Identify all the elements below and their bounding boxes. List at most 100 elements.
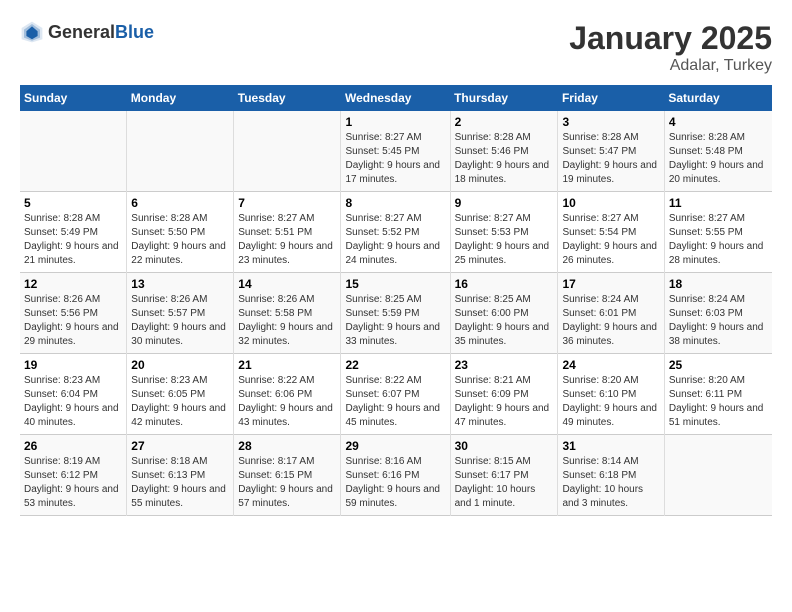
calendar-cell [664, 435, 772, 516]
day-number: 8 [345, 196, 445, 210]
day-number: 4 [669, 115, 768, 129]
day-header-monday: Monday [127, 85, 234, 111]
calendar-cell: 21 Sunrise: 8:22 AM Sunset: 6:06 PM Dayli… [234, 354, 341, 435]
logo-blue-text: Blue [115, 22, 154, 42]
day-number: 25 [669, 358, 768, 372]
calendar-week-row: 19Sunrise: 8:23 AM Sunset: 6:04 PM Dayli… [20, 354, 772, 435]
calendar-cell: 3 Sunrise: 8:28 AM Sunset: 5:47 PM Daylig… [558, 111, 664, 192]
day-header-thursday: Thursday [450, 85, 558, 111]
calendar-cell: 18Sunrise: 8:24 AM Sunset: 6:03 PM Dayli… [664, 273, 772, 354]
logo-general-text: General [48, 22, 115, 42]
calendar-cell: 16 Sunrise: 8:25 AM Sunset: 6:00 PM Dayli… [450, 273, 558, 354]
day-info: Sunrise: 8:27 AM Sunset: 5:45 PM Dayligh… [345, 131, 445, 187]
day-number: 15 [345, 277, 445, 291]
day-number: 17 [562, 277, 659, 291]
calendar-table: SundayMondayTuesdayWednesdayThursdayFrid… [20, 85, 772, 516]
day-header-saturday: Saturday [664, 85, 772, 111]
day-number: 18 [669, 277, 768, 291]
day-number: 6 [131, 196, 229, 210]
day-info: Sunrise: 8:17 AM Sunset: 6:15 PM Dayligh… [238, 455, 336, 511]
day-number: 14 [238, 277, 336, 291]
day-info: Sunrise: 8:26 AM Sunset: 5:58 PM Dayligh… [238, 293, 336, 349]
day-info: Sunrise: 8:28 AM Sunset: 5:47 PM Dayligh… [562, 131, 659, 187]
title-area: January 2025 Adalar, Turkey [569, 20, 772, 75]
calendar-cell: 5Sunrise: 8:28 AM Sunset: 5:49 PM Daylig… [20, 192, 127, 273]
calendar-cell: 19Sunrise: 8:23 AM Sunset: 6:04 PM Dayli… [20, 354, 127, 435]
page-header: GeneralBlue January 2025 Adalar, Turkey [20, 20, 772, 75]
calendar-cell: 27Sunrise: 8:18 AM Sunset: 6:13 PM Dayli… [127, 435, 234, 516]
day-number: 22 [345, 358, 445, 372]
day-info: Sunrise: 8:25 AM Sunset: 6:00 PM Dayligh… [455, 293, 554, 349]
day-info: Sunrise: 8:16 AM Sunset: 6:16 PM Dayligh… [345, 455, 445, 511]
calendar-cell [127, 111, 234, 192]
day-number: 27 [131, 439, 229, 453]
day-info: Sunrise: 8:24 AM Sunset: 6:01 PM Dayligh… [562, 293, 659, 349]
calendar-cell: 7Sunrise: 8:27 AM Sunset: 5:51 PM Daylig… [234, 192, 341, 273]
calendar-cell: 24Sunrise: 8:20 AM Sunset: 6:10 PM Dayli… [558, 354, 664, 435]
day-info: Sunrise: 8:20 AM Sunset: 6:11 PM Dayligh… [669, 374, 768, 430]
day-number: 10 [562, 196, 659, 210]
calendar-cell: 10 Sunrise: 8:27 AM Sunset: 5:54 PM Dayli… [558, 192, 664, 273]
day-number: 1 [345, 115, 445, 129]
day-info: Sunrise: 8:28 AM Sunset: 5:46 PM Dayligh… [455, 131, 554, 187]
calendar-cell [234, 111, 341, 192]
calendar-cell: 6 Sunrise: 8:28 AM Sunset: 5:50 PM Daylig… [127, 192, 234, 273]
calendar-cell: 29 Sunrise: 8:16 AM Sunset: 6:16 PM Dayli… [341, 435, 450, 516]
day-number: 12 [24, 277, 122, 291]
day-number: 11 [669, 196, 768, 210]
day-number: 29 [345, 439, 445, 453]
day-info: Sunrise: 8:21 AM Sunset: 6:09 PM Dayligh… [455, 374, 554, 430]
day-number: 30 [455, 439, 554, 453]
day-number: 2 [455, 115, 554, 129]
calendar-cell: 26 Sunrise: 8:19 AM Sunset: 6:12 PM Dayli… [20, 435, 127, 516]
day-info: Sunrise: 8:27 AM Sunset: 5:51 PM Dayligh… [238, 212, 336, 268]
day-info: Sunrise: 8:28 AM Sunset: 5:50 PM Dayligh… [131, 212, 229, 268]
calendar-cell: 28 Sunrise: 8:17 AM Sunset: 6:15 PM Dayli… [234, 435, 341, 516]
day-number: 26 [24, 439, 122, 453]
day-info: Sunrise: 8:22 AM Sunset: 6:07 PM Dayligh… [345, 374, 445, 430]
calendar-cell: 14 Sunrise: 8:26 AM Sunset: 5:58 PM Dayli… [234, 273, 341, 354]
calendar-cell: 20Sunrise: 8:23 AM Sunset: 6:05 PM Dayli… [127, 354, 234, 435]
calendar-cell: 31Sunrise: 8:14 AM Sunset: 6:18 PM Dayli… [558, 435, 664, 516]
day-header-friday: Friday [558, 85, 664, 111]
calendar-cell: 15 Sunrise: 8:25 AM Sunset: 5:59 PM Dayli… [341, 273, 450, 354]
calendar-cell [20, 111, 127, 192]
calendar-cell: 1 Sunrise: 8:27 AM Sunset: 5:45 PM Daylig… [341, 111, 450, 192]
day-info: Sunrise: 8:19 AM Sunset: 6:12 PM Dayligh… [24, 455, 122, 511]
day-info: Sunrise: 8:26 AM Sunset: 5:57 PM Dayligh… [131, 293, 229, 349]
calendar-week-row: 5Sunrise: 8:28 AM Sunset: 5:49 PM Daylig… [20, 192, 772, 273]
day-info: Sunrise: 8:27 AM Sunset: 5:54 PM Dayligh… [562, 212, 659, 268]
logo: GeneralBlue [20, 20, 154, 44]
day-number: 31 [562, 439, 659, 453]
day-info: Sunrise: 8:25 AM Sunset: 5:59 PM Dayligh… [345, 293, 445, 349]
calendar-week-row: 26 Sunrise: 8:19 AM Sunset: 6:12 PM Dayli… [20, 435, 772, 516]
calendar-header-row: SundayMondayTuesdayWednesdayThursdayFrid… [20, 85, 772, 111]
logo-icon [20, 20, 44, 44]
day-number: 21 [238, 358, 336, 372]
day-info: Sunrise: 8:22 AM Sunset: 6:06 PM Dayligh… [238, 374, 336, 430]
calendar-cell: 8Sunrise: 8:27 AM Sunset: 5:52 PM Daylig… [341, 192, 450, 273]
day-number: 28 [238, 439, 336, 453]
calendar-cell: 30 Sunrise: 8:15 AM Sunset: 6:17 PM Dayli… [450, 435, 558, 516]
calendar-week-row: 1 Sunrise: 8:27 AM Sunset: 5:45 PM Daylig… [20, 111, 772, 192]
day-number: 24 [562, 358, 659, 372]
day-number: 19 [24, 358, 122, 372]
day-info: Sunrise: 8:27 AM Sunset: 5:55 PM Dayligh… [669, 212, 768, 268]
calendar-cell: 4 Sunrise: 8:28 AM Sunset: 5:48 PM Daylig… [664, 111, 772, 192]
day-info: Sunrise: 8:26 AM Sunset: 5:56 PM Dayligh… [24, 293, 122, 349]
day-info: Sunrise: 8:28 AM Sunset: 5:48 PM Dayligh… [669, 131, 768, 187]
day-number: 23 [455, 358, 554, 372]
calendar-cell: 17 Sunrise: 8:24 AM Sunset: 6:01 PM Dayli… [558, 273, 664, 354]
day-info: Sunrise: 8:23 AM Sunset: 6:05 PM Dayligh… [131, 374, 229, 430]
day-info: Sunrise: 8:28 AM Sunset: 5:49 PM Dayligh… [24, 212, 122, 268]
day-info: Sunrise: 8:27 AM Sunset: 5:53 PM Dayligh… [455, 212, 554, 268]
day-header-sunday: Sunday [20, 85, 127, 111]
calendar-cell: 25 Sunrise: 8:20 AM Sunset: 6:11 PM Dayli… [664, 354, 772, 435]
calendar-cell: 12 Sunrise: 8:26 AM Sunset: 5:56 PM Dayli… [20, 273, 127, 354]
calendar-cell: 13Sunrise: 8:26 AM Sunset: 5:57 PM Dayli… [127, 273, 234, 354]
day-info: Sunrise: 8:15 AM Sunset: 6:17 PM Dayligh… [455, 455, 554, 511]
calendar-cell: 23 Sunrise: 8:21 AM Sunset: 6:09 PM Dayli… [450, 354, 558, 435]
day-number: 9 [455, 196, 554, 210]
day-number: 16 [455, 277, 554, 291]
day-number: 3 [562, 115, 659, 129]
